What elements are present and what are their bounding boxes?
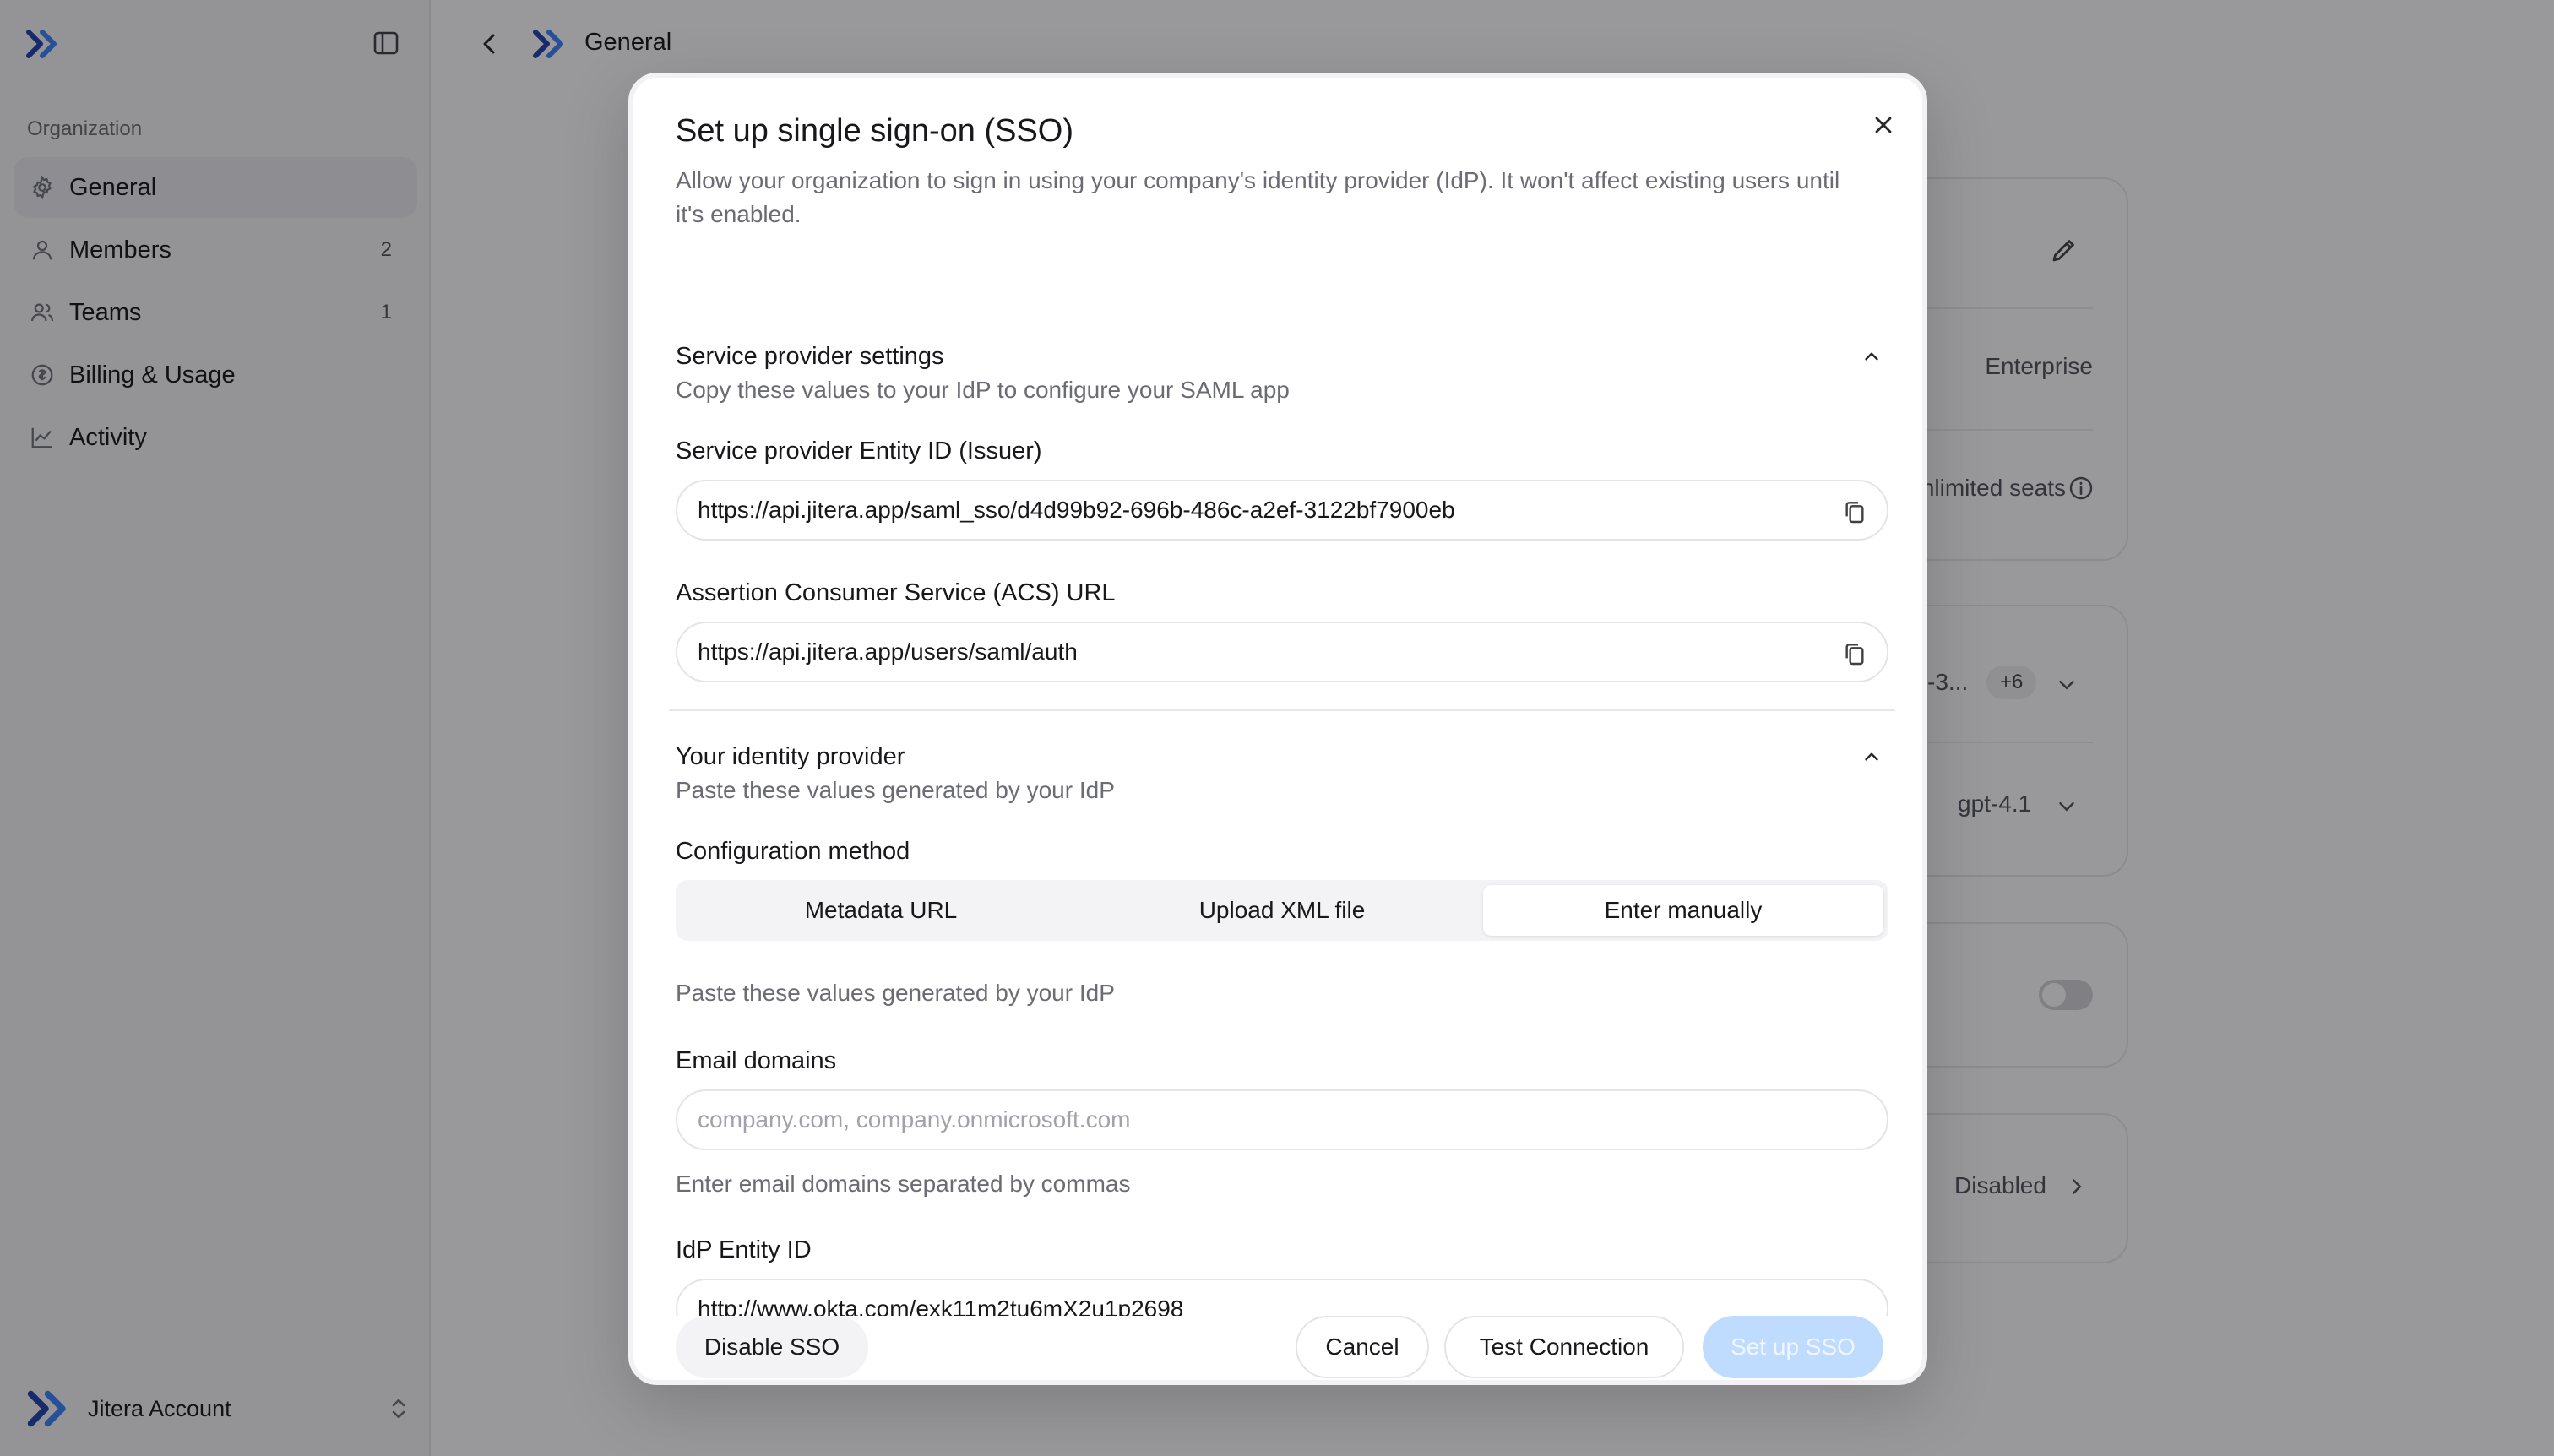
dialog-title: Set up single sign-on (SSO) [676,113,1074,149]
email-domains-label: Email domains [676,1047,837,1074]
idp-entity-id-value: http://www.okta.com/exk11m2tu6mX2u1p2698 [698,1296,1184,1316]
cancel-button[interactable]: Cancel [1296,1316,1429,1378]
manual-hint: Paste these values generated by your IdP [676,980,1115,1006]
section-divider [669,709,1895,711]
idp-entity-id-label: IdP Entity ID [676,1236,812,1263]
idp-section-title: Your identity provider [676,743,905,770]
chevron-up-icon [1865,352,1878,361]
acs-url-value: https://api.jitera.app/users/saml/auth [698,638,1078,665]
copy-icon[interactable] [1841,498,1868,525]
sp-section-collapse[interactable] [1858,343,1885,370]
acs-url-label: Assertion Consumer Service (ACS) URL [676,579,1116,606]
set-up-sso-button[interactable]: Set up SSO [1703,1316,1883,1378]
email-domains-input[interactable]: company.com, company.onmicrosoft.com [676,1089,1888,1150]
idp-section-collapse[interactable] [1858,743,1885,770]
close-icon [1875,117,1892,133]
idp-entity-id-input[interactable]: http://www.okta.com/exk11m2tu6mX2u1p2698 [676,1279,1888,1316]
entity-id-value: https://api.jitera.app/saml_sso/d4d99b92… [698,497,1455,523]
config-method-label: Configuration method [676,838,910,865]
dialog-footer: Disable SSO Cancel Test Connection Set u… [633,1316,1922,1380]
email-domains-help: Enter email domains separated by commas [676,1171,1131,1197]
method-option-upload-xml[interactable]: Upload XML file [1082,885,1482,936]
idp-section-subtitle: Paste these values generated by your IdP [676,777,1115,803]
sp-section-subtitle: Copy these values to your IdP to configu… [676,377,1290,403]
disable-sso-button[interactable]: Disable SSO [676,1316,868,1378]
copy-icon[interactable] [1841,640,1868,667]
entity-id-field[interactable]: https://api.jitera.app/saml_sso/d4d99b92… [676,480,1888,541]
chevron-up-icon [1865,752,1878,761]
acs-url-field[interactable]: https://api.jitera.app/users/saml/auth [676,622,1888,682]
test-connection-button[interactable]: Test Connection [1444,1316,1684,1378]
email-domains-placeholder: company.com, company.onmicrosoft.com [698,1106,1131,1133]
config-method-segmented-control: Metadata URL Upload XML file Enter manua… [676,880,1888,941]
dialog-body[interactable]: Service provider settings Copy these val… [633,247,1922,1316]
sso-setup-dialog: Set up single sign-on (SSO) Allow your o… [628,73,1927,1385]
method-option-metadata-url[interactable]: Metadata URL [681,885,1081,936]
dialog-description: Allow your organization to sign in using… [676,167,1840,227]
sp-section-title: Service provider settings [676,343,944,370]
close-button[interactable] [1867,108,1900,142]
entity-id-label: Service provider Entity ID (Issuer) [676,437,1042,465]
method-option-enter-manually[interactable]: Enter manually [1483,885,1883,936]
